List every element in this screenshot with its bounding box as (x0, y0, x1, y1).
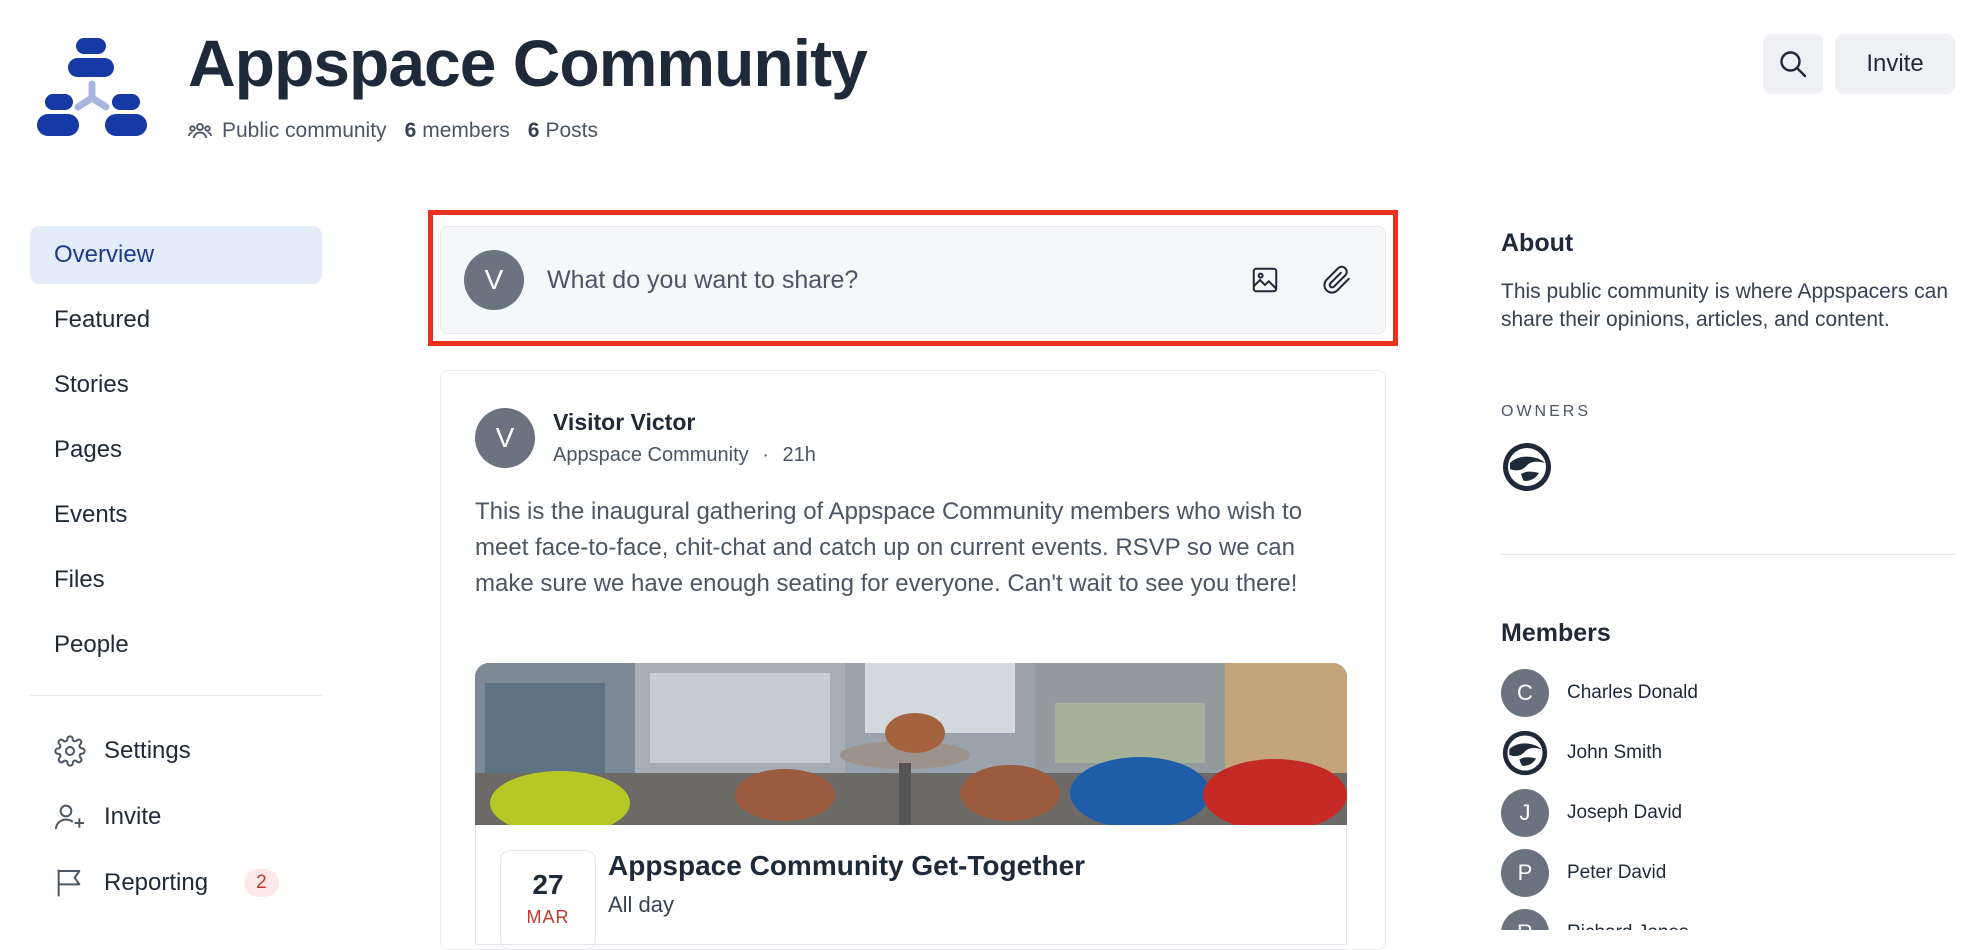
event-date-badge: 27 MAR (500, 850, 596, 950)
post-body: This is the inaugural gathering of Appsp… (475, 498, 1303, 597)
invite-label: Invite (104, 803, 162, 830)
owner-avatar[interactable] (1501, 441, 1553, 493)
visibility-label: Public community (222, 119, 387, 142)
member-item[interactable]: John Smith (1501, 729, 1941, 777)
owners-label: OWNERS (1501, 403, 1591, 420)
event-day: 27 (532, 869, 564, 900)
globe-logo-icon (1503, 443, 1551, 491)
sidebar-item-reporting[interactable]: Reporting 2 (30, 854, 322, 912)
posts-count-value: 6 (527, 119, 540, 142)
event-time: All day (608, 892, 675, 917)
event-month: MAR (526, 907, 570, 927)
sidebar-item-people[interactable]: People (30, 616, 322, 674)
right-divider (1501, 554, 1956, 555)
about-text: This public community is where Appspacer… (1501, 280, 1949, 331)
posts-count[interactable]: 6 Posts (528, 119, 598, 143)
globe-logo-icon (1502, 730, 1548, 776)
page-title: Appspace Community (188, 26, 868, 100)
member-item[interactable]: R Richard Jones (1501, 909, 1941, 930)
add-user-icon (55, 804, 84, 830)
settings-label: Settings (104, 737, 191, 764)
sidebar-item-overview[interactable]: Overview (30, 226, 322, 284)
sidebar-item-invite[interactable]: Invite (30, 788, 322, 846)
reporting-label: Reporting (104, 869, 209, 896)
gear-icon (54, 735, 86, 767)
search-icon (1780, 51, 1807, 78)
sidebar-item-stories[interactable]: Stories (30, 356, 322, 414)
sidebar-item-featured[interactable]: Featured (30, 291, 322, 349)
member-name: Richard Jones (1567, 922, 1688, 930)
visibility-info: Public community (188, 119, 387, 143)
sidebar-item-settings[interactable]: Settings (30, 722, 322, 780)
community-meta: Public community 6 members 6 Posts (188, 118, 616, 144)
flag-icon (57, 869, 81, 897)
search-button[interactable] (1763, 34, 1823, 94)
event-cover-image[interactable] (475, 663, 1347, 825)
members-count[interactable]: 6 members (405, 119, 510, 143)
members-list: C Charles Donald John Smith J Joseph Dav… (1501, 669, 1941, 930)
members-count-value: 6 (404, 119, 417, 142)
member-avatar: P (1501, 849, 1549, 897)
post-subline: Appspace Community · 21h (553, 444, 816, 467)
reporting-badge: 2 (244, 869, 279, 897)
member-avatar: R (1501, 909, 1549, 930)
composer-highlight-box (428, 210, 1398, 346)
members-count-label: members (422, 119, 510, 142)
community-logo (36, 38, 148, 142)
sidebar-item-files[interactable]: Files (30, 551, 322, 609)
member-avatar: C (1501, 669, 1549, 717)
member-avatar: J (1501, 789, 1549, 837)
members-heading: Members (1501, 619, 1611, 647)
post-header: V Visitor Victor Appspace Community · 21… (475, 408, 816, 468)
sidebar-divider (30, 695, 322, 696)
sidebar-item-events[interactable]: Events (30, 486, 322, 544)
member-name: Joseph David (1567, 802, 1683, 823)
member-item[interactable]: P Peter David (1501, 849, 1941, 897)
posts-count-label: Posts (545, 119, 598, 142)
post-author-name[interactable]: Visitor Victor (553, 409, 816, 436)
about-heading: About (1501, 229, 1574, 257)
sidebar: Overview Featured Stories Pages Events F… (30, 226, 322, 920)
member-name: Peter David (1567, 862, 1667, 883)
invite-button[interactable]: Invite (1835, 34, 1955, 94)
event-card[interactable] (475, 825, 1347, 945)
post-community[interactable]: Appspace Community (553, 444, 749, 466)
post-timestamp: 21h (782, 444, 816, 466)
member-name: Charles Donald (1567, 682, 1698, 703)
member-item[interactable]: C Charles Donald (1501, 669, 1941, 717)
event-title[interactable]: Appspace Community Get-Together (608, 850, 1085, 882)
member-item[interactable]: J Joseph David (1501, 789, 1941, 837)
people-group-icon (188, 123, 212, 139)
post-author-avatar[interactable]: V (475, 408, 535, 468)
post-separator: · (762, 444, 769, 466)
sidebar-item-pages[interactable]: Pages (30, 421, 322, 479)
member-name: John Smith (1567, 742, 1663, 763)
